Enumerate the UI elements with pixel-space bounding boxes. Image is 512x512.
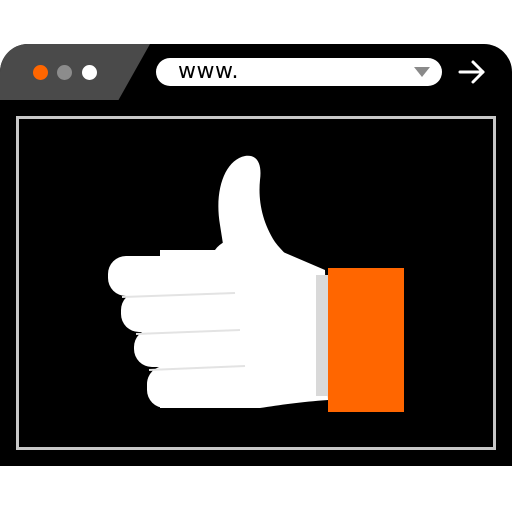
finger-2 (121, 292, 251, 332)
thumbs-up-icon (108, 155, 404, 412)
url-text[interactable]: www. (178, 59, 239, 85)
minimize-button[interactable] (57, 65, 72, 80)
sleeve (328, 268, 404, 412)
maximize-button[interactable] (82, 65, 97, 80)
address-bar[interactable]: www. (156, 58, 442, 86)
page-viewport (16, 116, 496, 450)
finger-1 (108, 256, 248, 296)
chevron-down-icon[interactable] (414, 67, 430, 77)
wrist-shadow (316, 275, 328, 396)
finger-3 (134, 329, 254, 367)
finger-4 (147, 366, 267, 408)
browser-window: www. (0, 44, 512, 466)
close-button[interactable] (33, 65, 48, 80)
tab[interactable] (0, 44, 150, 100)
title-bar: www. (0, 44, 512, 100)
arrow-right-icon[interactable] (458, 59, 488, 85)
